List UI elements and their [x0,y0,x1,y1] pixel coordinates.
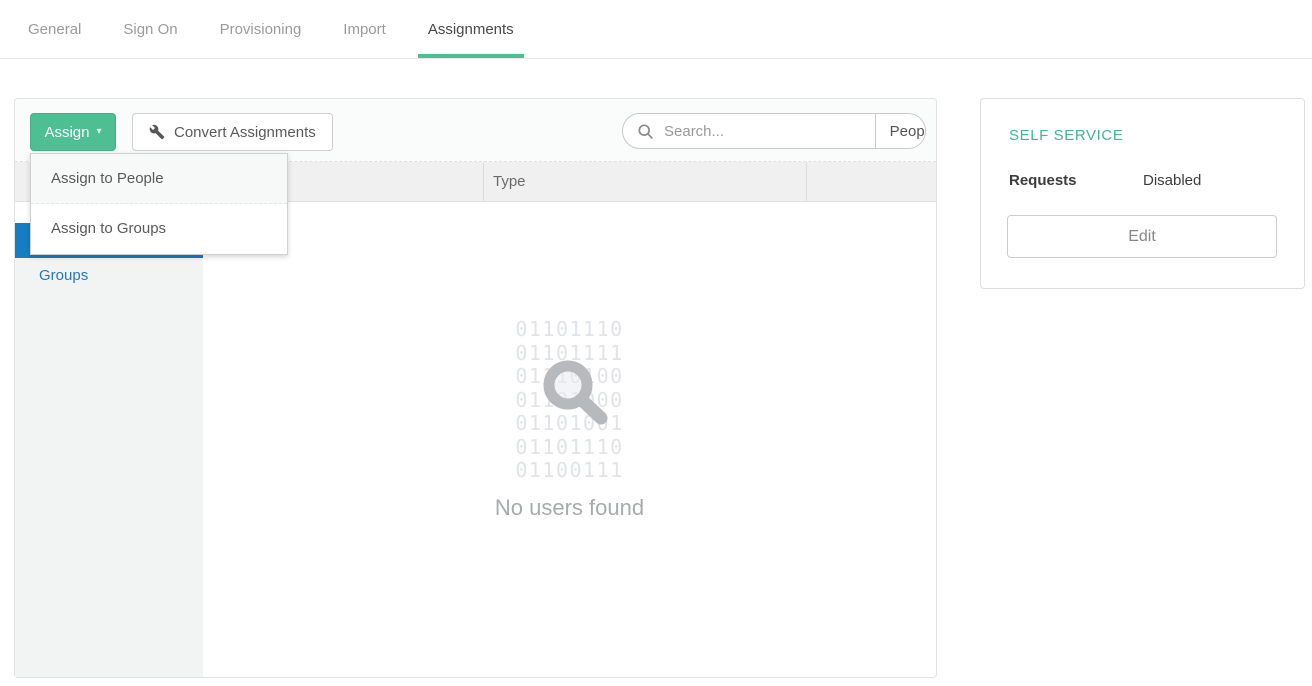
assignments-toolbar: Assign ▾ Convert Assignments [15,99,936,162]
assignments-content: People Groups 01101110 01101111 01110100… [15,202,936,677]
self-service-panel: SELF SERVICE Requests Disabled Edit [980,98,1305,289]
magnifier-icon [528,352,618,442]
assign-button-label: Assign [44,124,89,141]
requests-label: Requests [1009,172,1143,189]
sidebar-background: Groups [15,258,203,677]
column-divider [806,162,807,201]
app-tabbar: General Sign On Provisioning Import Assi… [0,0,1312,59]
type-column-header: Type [493,162,526,202]
tab-import[interactable]: Import [343,0,386,58]
tab-general[interactable]: General [28,0,81,58]
search-input[interactable] [662,122,865,141]
search-filter-dropdown[interactable]: People ▼ [875,114,926,148]
requests-row: Requests Disabled [1009,172,1276,189]
assignments-sidebar: People Groups [15,202,203,677]
assign-button[interactable]: Assign ▾ [30,113,116,151]
app-page: General Sign On Provisioning Import Assi… [0,0,1312,686]
wrench-icon [149,124,165,140]
convert-assignments-button[interactable]: Convert Assignments [132,113,333,151]
menu-item-assign-to-people[interactable]: Assign to People [31,154,287,204]
assign-dropdown-menu: Assign to People Assign to Groups [30,153,288,255]
assignments-panel: Assign ▾ Convert Assignments [14,98,937,678]
edit-button[interactable]: Edit [1007,215,1277,258]
tab-sign-on[interactable]: Sign On [123,0,177,58]
requests-value: Disabled [1143,172,1201,189]
sidebar-item-groups[interactable]: Groups [15,258,203,293]
search-group: People ▼ [622,113,926,149]
search-icon [637,123,654,140]
self-service-title: SELF SERVICE [1009,127,1123,144]
menu-item-assign-to-groups[interactable]: Assign to Groups [31,204,287,254]
chevron-down-icon: ▾ [97,127,102,137]
tab-provisioning[interactable]: Provisioning [220,0,302,58]
convert-assignments-label: Convert Assignments [174,124,316,141]
empty-state-message: No users found [203,495,936,521]
search-filter-value: People [890,123,926,140]
column-divider [483,162,484,201]
assignments-table-body: 01101110 01101111 01110100 01101000 0110… [203,202,936,677]
tab-assignments[interactable]: Assignments [418,0,524,58]
search-box [623,114,875,148]
